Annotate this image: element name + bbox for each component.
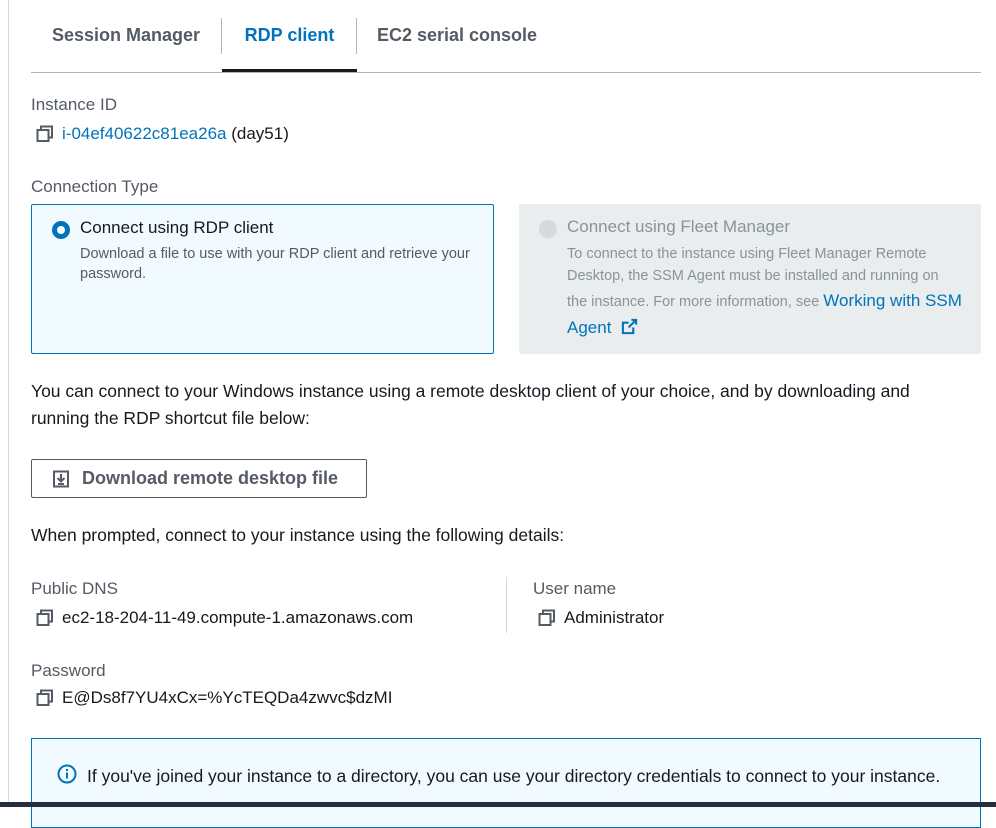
download-remote-desktop-file-button[interactable]: Download remote desktop file [31,459,367,498]
password-label: Password [31,661,106,680]
rdp-client-option-title: Connect using RDP client [80,218,274,237]
external-link-icon [622,318,638,335]
copy-icon[interactable] [36,609,54,627]
download-icon [53,470,69,487]
connection-details-prompt: When prompted, connect to your instance … [31,525,565,545]
copy-icon[interactable] [36,689,54,707]
user-name-value: Administrator [564,608,665,627]
public-dns-value: ec2-18-204-11-49.compute-1.amazonaws.com [62,608,414,627]
tab-rdp-client[interactable]: RDP client [222,0,357,72]
user-name-row: Administrator [538,608,664,628]
public-dns-row: ec2-18-204-11-49.compute-1.amazonaws.com [36,608,413,628]
copy-icon[interactable] [538,609,556,627]
instance-id-link[interactable]: i-04ef40622c81ea26a [62,124,226,143]
rdp-client-option-description: Download a file to use with your RDP cli… [80,246,470,282]
copy-icon[interactable] [36,125,54,143]
rdp-client-option[interactable]: Connect using RDP client Download a file… [31,204,494,354]
tab-ec2-serial-console[interactable]: EC2 serial console [357,0,557,71]
user-name-label: User name [533,579,617,598]
info-icon [57,764,77,784]
password-value: E@Ds8f7YU4xCx=%YcTEQDa4zwvc$dzMI [62,688,393,707]
connect-tabs: Session Manager RDP client EC2 serial co… [31,0,981,73]
panel-left-border [8,0,9,807]
fleet-manager-option-description: To connect to the instance using Fleet M… [567,246,962,337]
fleet-manager-radio [539,220,557,238]
fleet-manager-option: Connect using Fleet Manager To connect t… [519,204,981,354]
instance-name: (day51) [231,124,289,143]
public-dns-label: Public DNS [31,579,118,598]
instance-id-row: i-04ef40622c81ea26a (day51) [36,124,289,144]
info-alert-text: If you've joined your instance to a dire… [87,766,941,786]
rdp-client-radio[interactable] [52,221,70,239]
instance-id-label: Instance ID [31,95,117,114]
window-bottom-bar [0,802,996,807]
tab-session-manager[interactable]: Session Manager [31,0,221,71]
download-button-label: Download remote desktop file [82,468,339,488]
password-row: E@Ds8f7YU4xCx=%YcTEQDa4zwvc$dzMI [36,688,392,708]
connection-type-label: Connection Type [31,177,159,196]
fleet-manager-option-title: Connect using Fleet Manager [567,217,791,236]
details-divider [506,577,507,633]
rdp-intro-text: You can connect to your Windows instance… [31,381,910,428]
